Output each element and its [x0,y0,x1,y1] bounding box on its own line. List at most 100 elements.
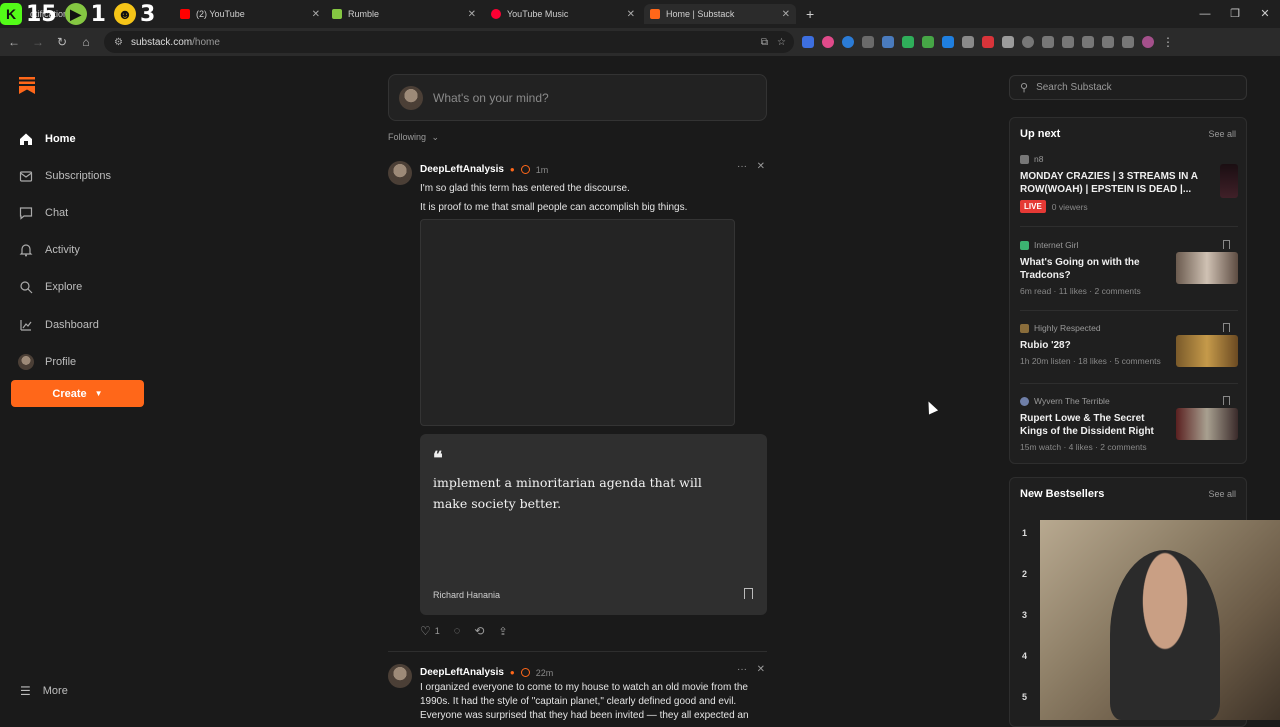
tab-rumble[interactable]: Rumble ✕ [332,4,476,24]
search-substack-input[interactable]: ⚲ Search Substack [1009,75,1247,100]
restore-icon[interactable]: ❐ [1220,0,1250,28]
publication-avatar [1020,154,1029,164]
publication: n8 [1020,154,1238,164]
author-avatar[interactable] [388,664,412,688]
history-icon[interactable] [1022,36,1034,48]
item-title: What's Going on with the Tradcons? [1020,257,1140,281]
nav-label: Activity [45,244,80,257]
see-all-link[interactable]: See all [1208,129,1236,139]
new-tab-button[interactable]: + [806,4,814,24]
close-icon[interactable]: ✕ [627,9,635,20]
extension-icon[interactable] [982,36,994,48]
nav-chat[interactable]: Chat [18,194,111,231]
extension-icon[interactable] [802,36,814,48]
verified-icon [520,165,530,174]
rank-number: 4 [1022,651,1028,661]
bookmark-star-icon[interactable]: ☆ [777,37,786,48]
extension-icon[interactable] [822,36,834,48]
like-button[interactable]: ♡ 1 [420,624,440,638]
close-window-icon[interactable]: ✕ [1250,0,1280,28]
address-bar-row: ← → ↻ ⌂ ⚙ substack.com/home ⧉ ☆ ⋮ [0,28,1280,56]
close-icon[interactable]: ✕ [782,9,790,20]
install-icon[interactable]: ⧉ [761,37,768,48]
rumble-play-icon: ▶ [64,3,87,25]
bookmark-icon[interactable] [1223,240,1230,249]
close-icon[interactable]: ✕ [757,664,765,675]
more-options-icon[interactable]: ··· [737,664,747,675]
composer-placeholder: What's on your mind? [433,90,549,105]
extension-icon[interactable] [962,36,974,48]
share-icon[interactable]: ⇪ [498,625,507,638]
puzzle-icon[interactable] [1002,36,1014,48]
close-icon[interactable]: ✕ [468,9,476,20]
home-icon[interactable]: ⌂ [74,35,98,49]
close-icon[interactable]: ✕ [757,161,765,172]
post-author[interactable]: DeepLeftAnalysis [420,667,504,678]
post-composer[interactable]: What's on your mind? [388,74,767,121]
more-options-icon[interactable]: ··· [737,161,747,172]
nav-profile[interactable]: Profile [18,343,111,380]
nav-explore[interactable]: Explore [18,269,111,306]
menu-lines-icon[interactable] [1122,36,1134,48]
publication-avatar [1020,323,1029,333]
quote-card[interactable]: ❝ implement a minoritarian agenda that w… [420,434,767,615]
close-icon[interactable]: ✕ [312,9,320,20]
site-info-icon[interactable]: ⚙ [114,37,123,48]
extension-icon[interactable] [862,36,874,48]
browser-menu-icon[interactable]: ⋮ [1162,35,1174,49]
streamer-video [1110,550,1220,720]
tab-youtube[interactable]: (2) YouTube ✕ [180,4,320,24]
kick-count: 15 [26,1,57,27]
extensions-row: ⋮ [802,28,1174,56]
rumble-icon [332,9,342,19]
tab-substack[interactable]: Home | Substack ✕ [644,4,796,24]
up-next-item[interactable]: Internet Girl What's Going on with the T… [1020,240,1238,296]
nav-home[interactable]: Home [18,120,111,157]
more-button[interactable]: ☰ More [20,684,68,698]
publication-name: n8 [1034,154,1044,164]
mouse-cursor [923,399,939,415]
create-button[interactable]: Create ▼ [11,380,144,407]
tab-label: Rumble [348,9,380,19]
bookmark-icon[interactable] [744,588,753,599]
publication-name: Internet Girl [1034,240,1079,250]
extension-icon[interactable] [842,36,854,48]
hamburger-icon: ☰ [20,684,31,698]
sidebar-icon[interactable] [1082,36,1094,48]
profile-avatar-icon[interactable] [1142,36,1154,48]
extension-icon[interactable] [882,36,894,48]
feed-filter-dropdown[interactable]: Following ⌄ [388,132,439,143]
post-author[interactable]: DeepLeftAnalysis [420,164,504,175]
url-field[interactable]: ⚙ substack.com/home ⧉ ☆ [104,31,794,53]
forward-icon[interactable]: → [26,35,50,49]
substack-logo-icon[interactable] [18,76,36,94]
tab-label: YouTube Music [507,9,569,19]
nav-dashboard[interactable]: Dashboard [18,306,111,343]
up-next-item[interactable]: Wyvern The Terrible Rupert Lowe & The Se… [1020,396,1238,452]
bookmark-icon[interactable] [1223,396,1230,405]
extension-icon[interactable] [942,36,954,48]
extension-icon[interactable] [902,36,914,48]
screenshot-icon[interactable] [1042,36,1054,48]
author-avatar[interactable] [388,161,412,185]
restack-icon[interactable]: ⟲ [474,624,484,638]
media-placeholder[interactable] [420,219,735,426]
post-time[interactable]: 1m [536,165,549,175]
nav-activity[interactable]: Activity [18,232,111,269]
comment-icon[interactable]: ◌ [454,625,461,637]
see-all-link[interactable]: See all [1208,489,1236,499]
nav-subscriptions[interactable]: Subscriptions [18,157,111,194]
back-icon[interactable]: ← [2,35,26,49]
tab-youtube-music[interactable]: YouTube Music ✕ [491,4,635,24]
split-icon[interactable] [1102,36,1114,48]
extension-icon[interactable] [922,36,934,48]
post-time[interactable]: 22m [536,668,554,678]
youtube-icon [180,9,190,19]
reload-icon[interactable]: ↻ [50,35,74,49]
code-icon[interactable] [1062,36,1074,48]
minimize-icon[interactable]: — [1190,0,1220,28]
bookmark-icon[interactable] [1223,323,1230,332]
up-next-item[interactable]: Highly Respected Rubio '28? 1h 20m liste… [1020,323,1238,367]
publication-name: Wyvern The Terrible [1034,396,1110,406]
up-next-item[interactable]: n8 MONDAY CRAZIES | 3 STREAMS IN A ROW(W… [1020,154,1238,213]
